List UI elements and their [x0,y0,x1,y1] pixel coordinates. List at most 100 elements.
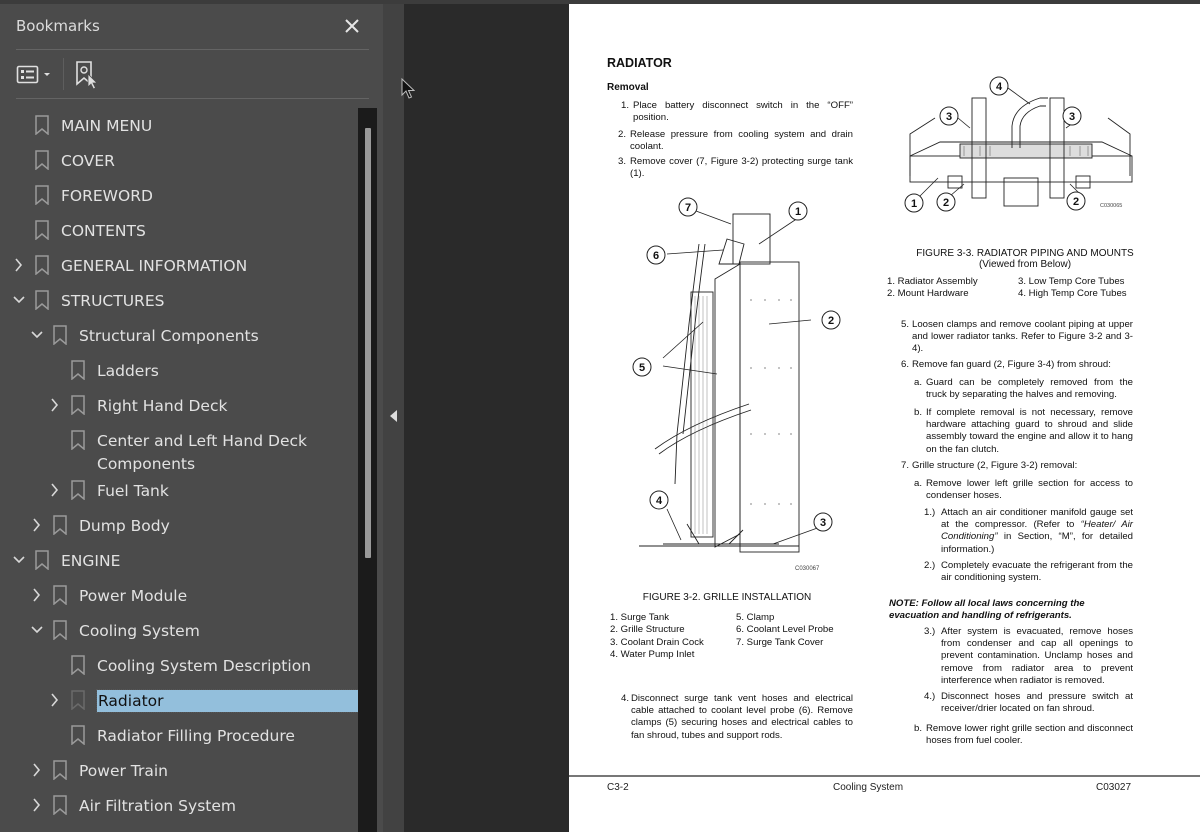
bookmark-item[interactable]: MAIN MENU [0,109,360,144]
chevron-right-icon[interactable] [30,586,44,604]
callout-3: 3 [813,512,833,532]
bookmark-label: Power Train [79,762,168,780]
bookmark-item[interactable]: Fuel Tank [0,474,360,509]
chevron-right-icon[interactable] [12,256,26,274]
callout-1: 1 [904,193,924,213]
callout-4: 4 [989,76,1009,96]
bookmark-icon [71,360,85,380]
bookmark-label: Air Filtration System [79,797,236,815]
bookmark-label: Cooling System [79,622,200,640]
bookmark-icon [71,480,85,500]
chevron-right-icon[interactable] [30,516,44,534]
refrigerant-note: NOTE: Follow all local laws concerning t… [889,598,1085,622]
bookmark-item[interactable]: Ladders [0,354,360,389]
bookmark-item[interactable]: GENERAL INFORMATION [0,249,360,284]
step-6b: b. If complete removal is not necessary,… [914,407,1133,455]
bookmark-item[interactable]: Radiator Filling Procedure [0,719,360,754]
bookmark-label: Ladders [97,362,159,380]
chevron-down-icon[interactable] [12,551,26,569]
bookmark-label: Structural Components [79,327,259,345]
svg-text:3: 3 [1069,111,1075,123]
bookmark-icon [53,795,67,815]
callout-3-left: 3 [939,106,959,126]
step-7a-4: 4.) Disconnect hoses and pressure switch… [924,691,1133,715]
footer-section: Cooling System [833,782,904,793]
bookmark-icon [71,430,85,450]
bookmark-item[interactable]: Air Filtration System [0,789,360,824]
chevron-right-icon[interactable] [30,796,44,814]
chevron-down-icon[interactable] [30,326,44,344]
bookmark-icon [71,395,85,415]
close-panel-button[interactable] [341,15,363,37]
bookmark-icon [71,690,85,710]
pdf-page: RADIATOR Removal 1. Place battery discon… [569,4,1200,832]
callout-1: 1 [788,201,808,221]
bookmark-item[interactable]: Radiator [0,684,360,719]
find-current-bookmark-icon [76,61,98,90]
bookmark-item[interactable]: Right Hand Deck [0,389,360,424]
bookmark-item[interactable]: FOREWORD [0,179,360,214]
step-1: 1. Place battery disconnect switch in th… [621,100,853,124]
svg-text:1: 1 [911,198,917,210]
figure-3-2-legend-col1: 1. Surge Tank 2. Grille Structure 3. Coo… [610,612,704,661]
callout-5: 5 [632,357,652,377]
bookmark-label: ENGINE [61,552,121,570]
bookmark-item[interactable]: Structural Components [0,319,360,354]
bookmark-label-line2: Components [97,455,196,473]
chevron-right-icon[interactable] [48,691,62,709]
bookmark-label: Power Module [79,587,188,605]
bookmark-tree: MAIN MENU COVER FOREWORD CONTENTS GENERAL IN… [0,105,360,832]
find-current-bookmark-button[interactable] [74,60,102,90]
header-divider [16,49,369,50]
bookmark-item[interactable]: Cooling System Description [0,649,360,684]
step-5: 5. Loosen clamps and remove coolant pipi… [901,319,1133,355]
bookmark-scrollbar-thumb[interactable] [365,128,371,558]
chevron-right-icon[interactable] [48,396,62,414]
bookmark-item[interactable]: Cooling System [0,614,360,649]
bookmark-icon [35,290,49,310]
bookmark-item[interactable]: COVER [0,144,360,179]
bookmark-icon [35,115,49,135]
bookmark-label: GENERAL INFORMATION [61,257,248,275]
bookmark-icon [71,725,85,745]
callout-6: 6 [646,245,666,265]
svg-text:6: 6 [653,250,659,262]
svg-text:2: 2 [1073,196,1079,208]
bookmark-item[interactable]: CONTENTS [0,214,360,249]
callout-2-right: 2 [1066,191,1086,211]
figure-3-2-legend-col2: 5. Clamp 6. Coolant Level Probe 7. Surge… [736,612,834,648]
bookmark-icon [53,585,67,605]
chevron-right-icon[interactable] [48,481,62,499]
step-6a: a. Guard can be completely removed from … [914,377,1133,401]
bookmark-icon [53,515,67,535]
bookmark-label: Dump Body [79,517,170,535]
bookmark-item[interactable]: Center and Left Hand Deck Components [0,424,360,474]
callout-2: 2 [821,310,841,330]
svg-text:3: 3 [820,517,826,529]
callout-4: 4 [649,490,669,510]
bookmark-item[interactable]: Dump Body [0,509,360,544]
toolbar-divider [16,98,369,99]
bookmark-icon [35,255,49,275]
chevron-down-icon[interactable] [12,291,26,309]
bookmarks-panel: Bookmarks MAIN MENU COVER FOREWORD CONTENTS… [0,4,383,832]
svg-text:5: 5 [639,362,645,374]
document-viewer-background [404,4,569,832]
chevron-right-icon[interactable] [30,761,44,779]
bookmark-options-button[interactable] [16,62,56,88]
collapse-panel-arrow-icon[interactable] [390,410,397,422]
step-7a: a. Remove lower left grille section for … [914,478,1133,502]
bookmark-icon [35,185,49,205]
mouse-pointer-icon [401,78,415,99]
bookmark-item[interactable]: ENGINE [0,544,360,579]
bookmark-item[interactable]: STRUCTURES [0,284,360,319]
chevron-down-icon[interactable] [30,621,44,639]
bookmark-item[interactable]: Power Train [0,754,360,789]
subsection-heading: Removal [607,82,649,93]
figure-3-3-legend-col1: 1. Radiator Assembly 2. Mount Hardware [887,276,978,300]
close-icon [345,19,359,33]
footer-doc-code: C03027 [1096,782,1132,793]
bookmark-item[interactable]: Power Module [0,579,360,614]
step-2: 2. Release pressure from cooling system … [618,129,853,153]
footer-page-number: C3-2 [607,782,629,793]
